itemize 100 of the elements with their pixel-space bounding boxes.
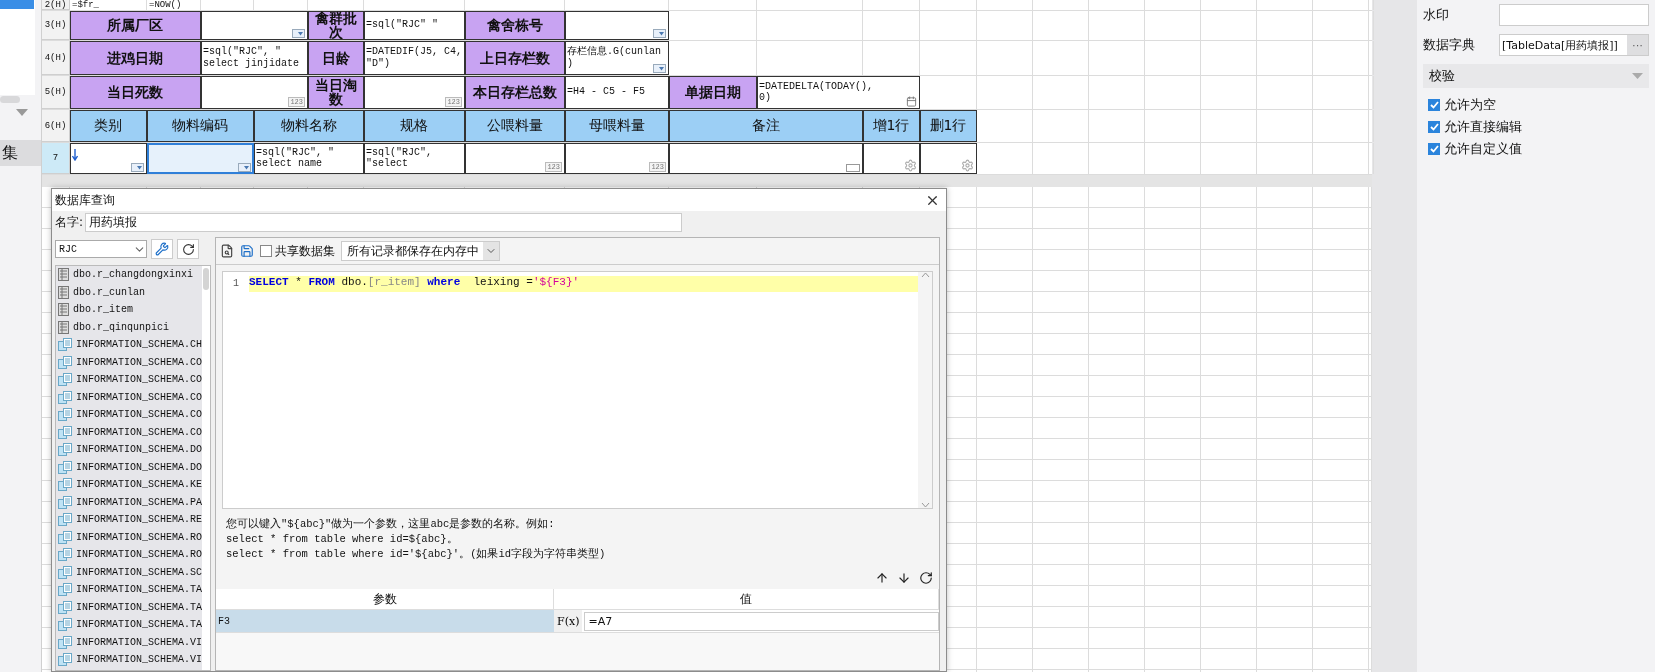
tools-button[interactable] <box>151 239 173 259</box>
parameter-name[interactable]: F3 <box>216 610 554 632</box>
dropdown-icon <box>653 29 666 38</box>
column-heading: 公喂料量 <box>465 110 565 142</box>
table-list-item[interactable]: INFORMATION_SCHEMA.PA <box>56 493 203 511</box>
view-icon <box>58 478 72 492</box>
table-list-item[interactable]: dbo.r_item <box>56 301 203 319</box>
checkbox[interactable] <box>1428 99 1440 111</box>
scroll-down-icon[interactable] <box>920 502 930 508</box>
field-cell[interactable]: =DATEDELTA(TODAY(), 0) <box>757 76 920 109</box>
checkbox-label: 允许自定义值 <box>1444 140 1522 158</box>
column-heading: 增1行 <box>863 110 920 142</box>
move-down-button[interactable] <box>897 571 911 585</box>
table-list-item[interactable]: INFORMATION_SCHEMA.RO <box>56 528 203 546</box>
table-list-item[interactable]: INFORMATION_SCHEMA.KE <box>56 476 203 494</box>
save-button[interactable] <box>240 244 254 258</box>
table-list-item[interactable]: INFORMATION_SCHEMA.CO <box>56 353 203 371</box>
field-cell[interactable]: =DATEDIF(J5, C4, "D") <box>364 41 465 75</box>
view-icon <box>58 583 72 597</box>
table-cell[interactable]: =sql("RJC", " select name <box>254 143 364 174</box>
row-header[interactable]: 6(H) <box>42 110 70 142</box>
checkbox[interactable] <box>260 245 272 257</box>
table-list-item[interactable]: INFORMATION_SCHEMA.DO <box>56 441 203 459</box>
table-cell[interactable]: =$fr_ <box>70 0 147 10</box>
table-cell[interactable]: =sql("RJC", "select <box>364 143 465 174</box>
more-button[interactable]: ··· <box>1627 35 1648 55</box>
arrow-down-icon <box>897 571 911 585</box>
label-cell: 当日死数 <box>70 76 201 109</box>
field-cell[interactable] <box>565 11 669 40</box>
table-cell[interactable] <box>920 143 977 174</box>
table-list-item[interactable]: INFORMATION_SCHEMA.VI <box>56 633 203 651</box>
scroll-up-icon[interactable] <box>920 272 930 278</box>
column-heading: 物料名称 <box>254 110 364 142</box>
field-cell[interactable]: =sql("RJC" " <box>364 11 465 40</box>
table-list-item[interactable]: INFORMATION_SCHEMA.CH <box>56 336 203 354</box>
table-list-item[interactable]: INFORMATION_SCHEMA.CO <box>56 388 203 406</box>
move-up-button[interactable] <box>875 571 889 585</box>
view-icon <box>58 548 72 562</box>
table-list-item[interactable]: INFORMATION_SCHEMA.RE <box>56 511 203 529</box>
field-cell[interactable]: =sql("RJC", " select jinjidate <box>201 41 308 75</box>
label-cell: 进鸡日期 <box>70 41 201 75</box>
table-list-item[interactable]: dbo.r_qinqunpici <box>56 318 203 336</box>
table-list-item[interactable]: dbo.r_cunlan <box>56 283 203 301</box>
name-field[interactable]: 用药填报 <box>85 212 683 232</box>
checkbox[interactable] <box>1428 121 1440 133</box>
table-cell[interactable]: =NOW() <box>147 0 201 10</box>
refresh-button[interactable] <box>919 571 933 585</box>
section-header[interactable]: 校验 <box>1423 64 1649 88</box>
row-header[interactable]: 3(H) <box>42 11 70 40</box>
table-list-item[interactable]: INFORMATION_SCHEMA.CO <box>56 406 203 424</box>
scrollbar[interactable] <box>0 96 20 103</box>
table-list-item[interactable]: INFORMATION_SCHEMA.RO <box>56 546 203 564</box>
value-field[interactable]: =A7 <box>584 611 939 631</box>
row-header[interactable]: 2(H) <box>42 0 70 10</box>
column-heading: 类别 <box>70 110 147 142</box>
hint-text: 您可以键入"${abc}"做为一个参数，这里abc是参数的名称。例如: <box>226 517 556 531</box>
sql-editor[interactable]: 1 SELECT * FROM dbo.[r_item] where leixing ='${F3}' <box>222 271 933 509</box>
name-label: 名字: <box>55 213 84 231</box>
view-icon <box>58 338 72 352</box>
row-header[interactable]: 5(H) <box>42 76 70 109</box>
property-field[interactable] <box>1499 4 1649 26</box>
field-cell[interactable] <box>201 11 308 40</box>
table-cell[interactable] <box>863 143 920 174</box>
view-icon <box>58 600 72 614</box>
checkbox[interactable] <box>1428 143 1440 155</box>
row-header[interactable]: 4(H) <box>42 41 70 75</box>
view-icon <box>58 460 72 474</box>
field-cell[interactable]: 存栏信息.G(cunlan ) <box>565 41 669 75</box>
gear-icon <box>904 159 917 172</box>
table-list-item[interactable]: INFORMATION_SCHEMA.SC <box>56 563 203 581</box>
calendar-icon <box>906 96 917 107</box>
view-icon <box>58 408 72 422</box>
table-cell[interactable] <box>669 143 863 174</box>
table-list-item[interactable]: INFORMATION_SCHEMA.DO <box>56 458 203 476</box>
formula-button[interactable]: F(x) <box>554 610 583 632</box>
table-cell[interactable] <box>147 143 254 174</box>
label-cell: 本日存栏总数 <box>465 76 565 109</box>
table-list-item[interactable]: INFORMATION_SCHEMA.CO <box>56 423 203 441</box>
property-field[interactable]: [TableData[用药填报]] ··· <box>1499 34 1649 56</box>
caret-icon[interactable] <box>16 109 28 116</box>
table-list-item[interactable]: INFORMATION_SCHEMA.VI <box>56 651 203 669</box>
connection-select[interactable]: RJC <box>55 240 147 258</box>
table-list-item[interactable]: dbo.r_changdongxinxi <box>56 266 203 284</box>
table-list-item[interactable]: INFORMATION_SCHEMA.TA <box>56 598 203 616</box>
preview-icon <box>220 244 234 258</box>
table-list-item[interactable]: INFORMATION_SCHEMA.TA <box>56 581 203 599</box>
view-icon <box>58 373 72 387</box>
table-icon <box>58 268 69 282</box>
table-list-item[interactable]: INFORMATION_SCHEMA.CO <box>56 371 203 389</box>
panel-item[interactable]: 集 <box>0 140 41 166</box>
scrollbar[interactable] <box>203 268 209 290</box>
storage-select[interactable]: 所有记录都保存在内存中 <box>341 241 500 261</box>
dropdown-icon <box>292 29 305 38</box>
field-cell[interactable]: =H4 - C5 - F5 <box>565 76 669 109</box>
table-cell[interactable] <box>70 143 147 174</box>
view-icon <box>58 565 72 579</box>
table-list-item[interactable]: INFORMATION_SCHEMA.TA <box>56 616 203 634</box>
preview-button[interactable] <box>220 244 234 258</box>
row-header[interactable]: 7 <box>42 143 70 174</box>
column-heading: 母喂料量 <box>565 110 669 142</box>
